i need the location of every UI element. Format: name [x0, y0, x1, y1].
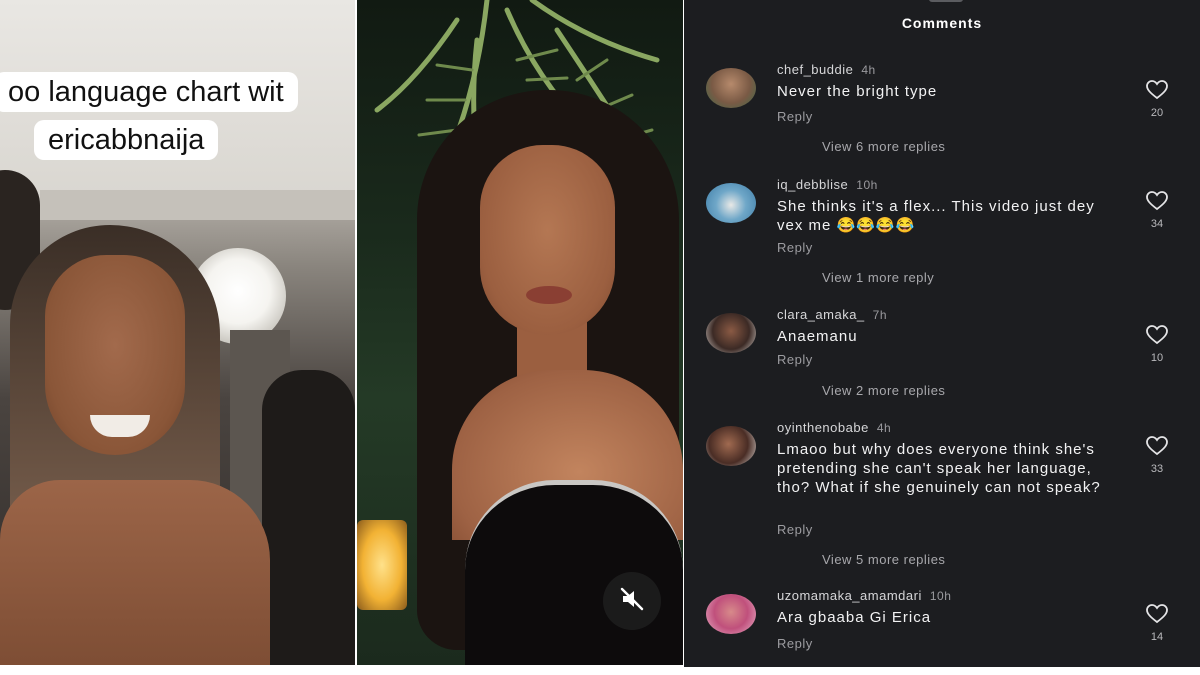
comment-meta: chef_buddie 4h [777, 62, 876, 77]
avatar[interactable] [706, 68, 756, 108]
drag-handle[interactable] [929, 0, 963, 2]
avatar[interactable] [706, 594, 756, 634]
comment-time: 10h [929, 589, 952, 603]
heart-icon [1146, 80, 1168, 104]
comment-time: 4h [876, 421, 892, 435]
woman-lips [526, 286, 572, 304]
heart-icon [1146, 436, 1168, 460]
like-button[interactable]: 14 [1144, 604, 1170, 643]
like-count: 33 [1150, 463, 1164, 475]
reply-button[interactable]: Reply [777, 352, 813, 367]
comment-text: Never the bright type [777, 83, 938, 100]
comment-text: She thinks it's a flex... This video jus… [777, 198, 1095, 234]
like-count: 20 [1150, 107, 1164, 119]
comment-meta: clara_amaka_ 7h [777, 307, 887, 322]
comment-username[interactable]: clara_amaka_ [777, 307, 865, 322]
speaker-muted-icon [618, 585, 646, 618]
comment-username[interactable]: uzomamaka_amamdari [777, 588, 922, 603]
comments-panel: Comments chef_buddie 4h Never the bright … [684, 0, 1200, 667]
comment-text: Ara gbaaba Gi Erica [777, 609, 932, 626]
heart-icon [1146, 325, 1168, 349]
avatar[interactable] [706, 313, 756, 353]
like-count: 14 [1150, 631, 1164, 643]
left-video-frame: oo language chart wit ericabbnaija [0, 0, 355, 665]
avatar[interactable] [706, 426, 756, 466]
black-dress [465, 480, 683, 665]
avatar[interactable] [706, 183, 756, 223]
comment-time: 7h [872, 308, 888, 322]
lantern-light [357, 520, 407, 610]
like-button[interactable]: 20 [1144, 80, 1170, 119]
comment-text: Lmaoo but why does everyone think she's … [777, 441, 1101, 496]
like-button[interactable]: 33 [1144, 436, 1170, 475]
comments-title: Comments [901, 15, 983, 31]
comment-username[interactable]: iq_debblise [777, 177, 848, 192]
heart-icon [1146, 191, 1168, 215]
comment-meta: iq_debblise 10h [777, 177, 878, 192]
video-caption-line-2: ericabbnaija [34, 120, 219, 160]
view-replies-button[interactable]: View 5 more replies [822, 552, 945, 567]
like-button[interactable]: 10 [1144, 325, 1170, 364]
reply-button[interactable]: Reply [777, 522, 813, 537]
comment-meta: uzomamaka_amamdari 10h [777, 588, 951, 603]
comment-meta: oyinthenobabe 4h [777, 420, 891, 435]
comment-time: 10h [856, 178, 878, 192]
comment-time: 4h [861, 63, 876, 77]
like-button[interactable]: 34 [1144, 191, 1170, 230]
woman-face [480, 145, 615, 335]
mute-button[interactable] [603, 572, 661, 630]
comment-username[interactable]: chef_buddie [777, 62, 853, 77]
view-replies-button[interactable]: View 6 more replies [822, 139, 945, 154]
like-count: 10 [1150, 352, 1164, 364]
reply-button[interactable]: Reply [777, 636, 813, 651]
view-replies-button[interactable]: View 1 more reply [822, 270, 934, 285]
like-count: 34 [1150, 218, 1164, 230]
background-person [262, 370, 355, 665]
view-replies-button[interactable]: View 2 more replies [822, 383, 945, 398]
comment-text: Anaemanu [777, 328, 858, 345]
woman-body [0, 480, 270, 665]
video-caption-line-1: oo language chart wit [0, 72, 298, 112]
ceiling-beam [40, 190, 355, 220]
comment-username[interactable]: oyinthenobabe [777, 420, 869, 435]
reply-button[interactable]: Reply [777, 240, 813, 255]
reply-button[interactable]: Reply [777, 109, 813, 124]
portrait-image [357, 0, 683, 665]
heart-icon [1146, 604, 1168, 628]
